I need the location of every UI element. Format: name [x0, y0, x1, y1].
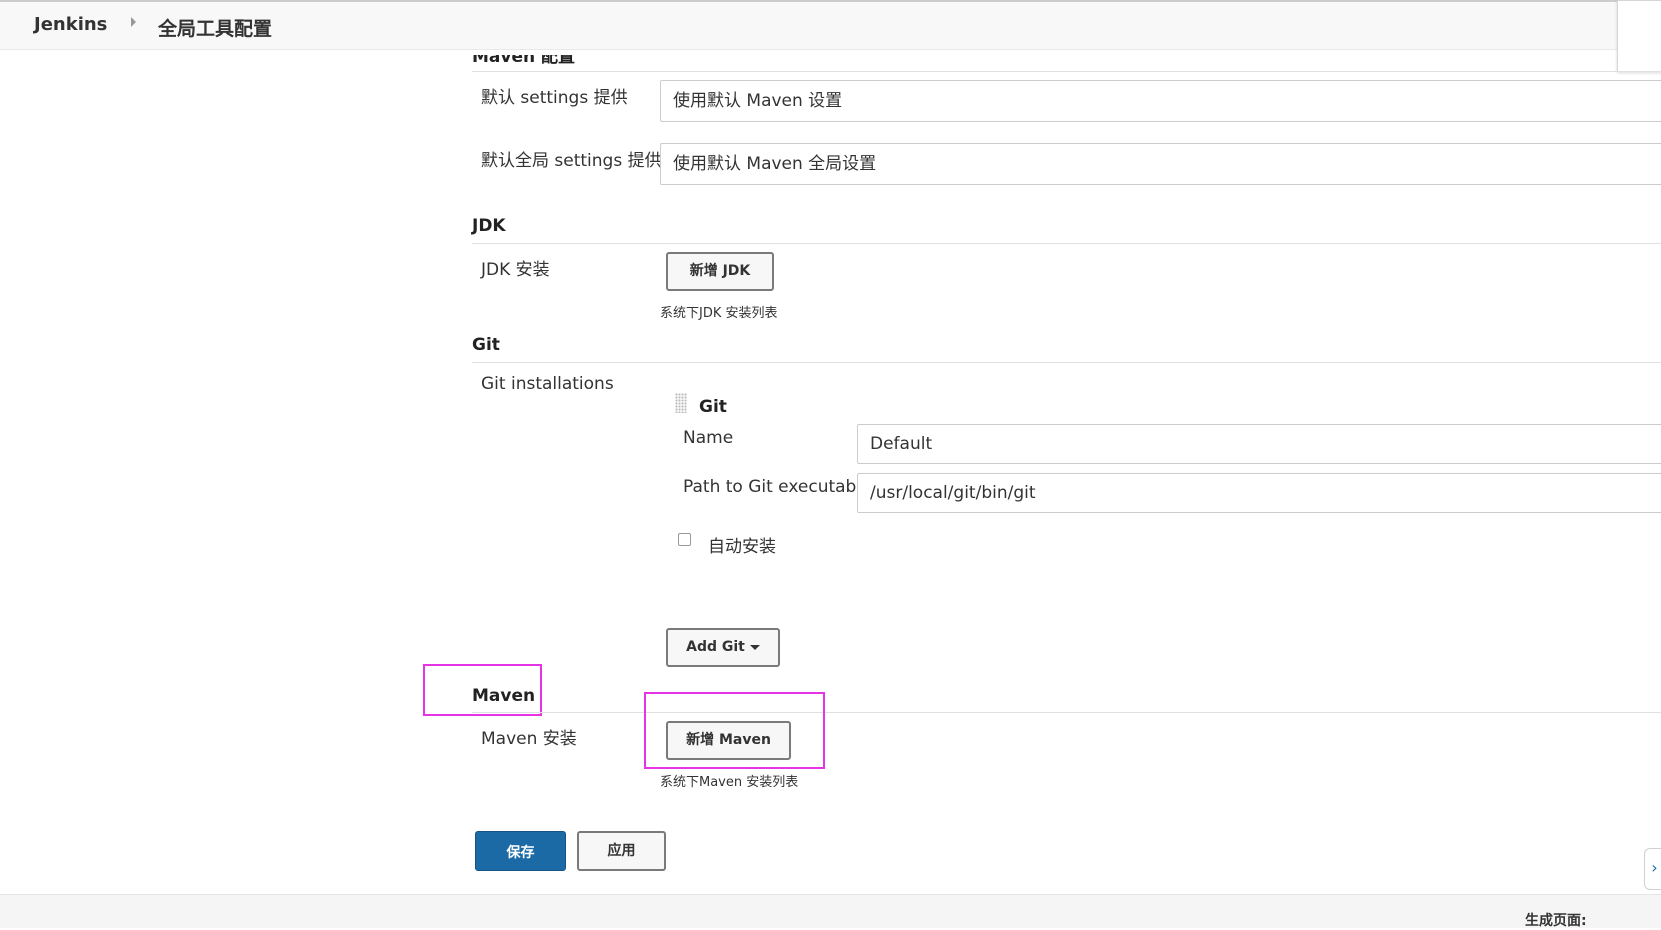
git-section-title: Git — [472, 335, 500, 355]
chevron-right-icon — [131, 17, 136, 27]
git-item-title: Git — [699, 397, 727, 417]
maven-install-hint: 系统下Maven 安装列表 — [660, 775, 799, 790]
section-divider — [472, 362, 1661, 363]
add-jdk-button[interactable]: 新增 JDK — [666, 252, 774, 291]
maven-section-title: Maven — [472, 686, 536, 706]
git-path-input[interactable]: /usr/local/git/bin/git — [857, 473, 1661, 513]
page-generated-label: 生成页面: — [1525, 913, 1587, 929]
breadcrumb-jenkins-link[interactable]: Jenkins — [34, 14, 107, 35]
git-name-label: Name — [683, 428, 734, 448]
git-name-input[interactable]: Default — [857, 424, 1661, 464]
section-divider — [472, 243, 1661, 244]
caret-down-icon — [749, 644, 760, 650]
save-button[interactable]: 保存 — [475, 831, 566, 871]
default-settings-label: 默认 settings 提供 — [481, 88, 628, 108]
auto-install-checkbox[interactable] — [678, 533, 691, 546]
auto-install-label: 自动安装 — [708, 537, 776, 557]
drag-handle-icon[interactable] — [675, 393, 687, 413]
jdk-section-title: JDK — [472, 216, 506, 236]
default-global-settings-select[interactable]: 使用默认 Maven 全局设置 — [660, 143, 1661, 185]
section-divider — [472, 71, 1661, 72]
default-settings-select[interactable]: 使用默认 Maven 设置 — [660, 80, 1661, 122]
git-path-label: Path to Git executable — [683, 477, 872, 497]
default-global-settings-label: 默认全局 settings 提供 — [481, 151, 662, 171]
breadcrumb-current-page[interactable]: 全局工具配置 — [158, 14, 272, 41]
git-installations-label: Git installations — [481, 374, 614, 394]
add-git-label: Add Git — [686, 639, 745, 655]
corner-panel — [1617, 0, 1661, 72]
page-footer — [0, 894, 1661, 928]
add-maven-button[interactable]: 新增 Maven — [666, 721, 791, 760]
add-git-button[interactable]: Add Git — [666, 628, 780, 667]
jdk-install-label: JDK 安装 — [481, 260, 550, 280]
chevron-right-icon[interactable]: › — [1644, 848, 1661, 890]
apply-button[interactable]: 应用 — [577, 831, 666, 871]
jdk-install-hint: 系统下JDK 安装列表 — [660, 306, 778, 321]
maven-install-label: Maven 安装 — [481, 729, 577, 749]
